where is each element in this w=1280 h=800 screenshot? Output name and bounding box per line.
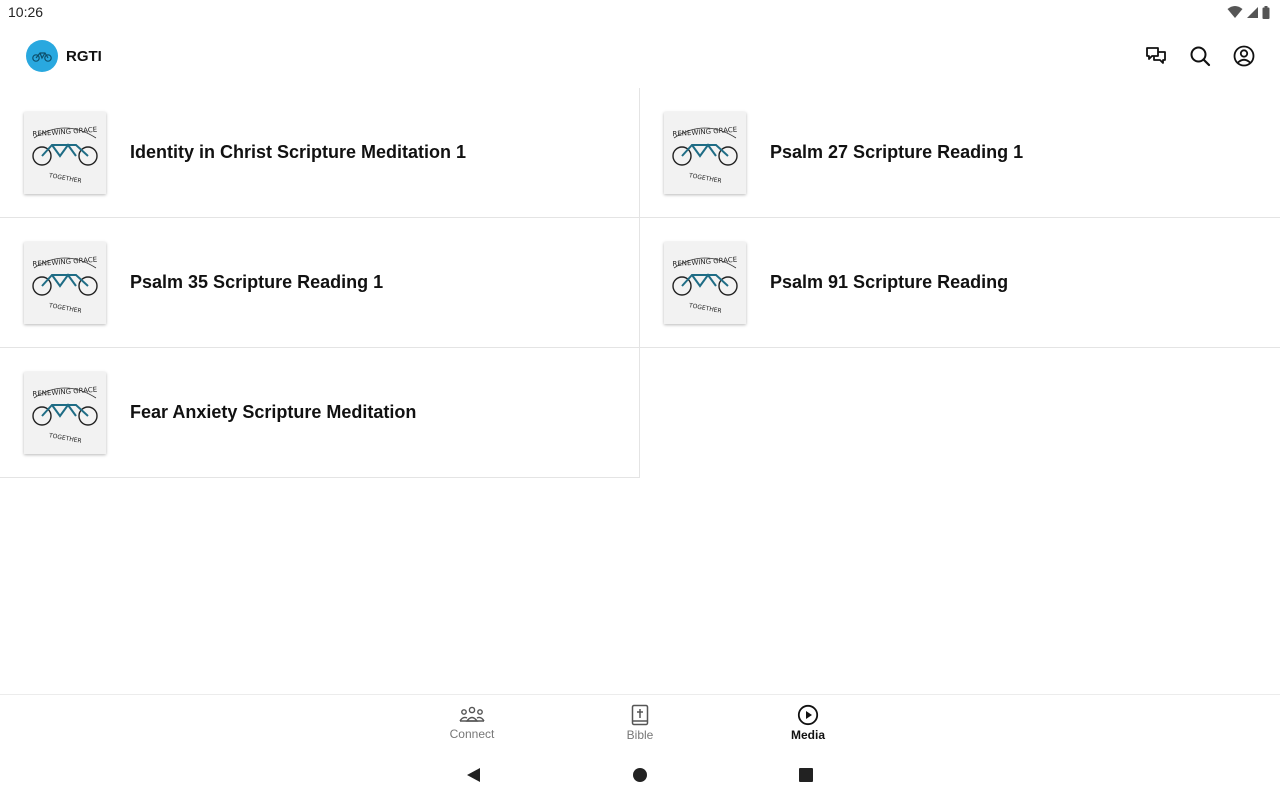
tab-label: Connect <box>449 727 495 741</box>
signal-icon <box>1247 6 1258 18</box>
brand[interactable]: RGTI <box>26 40 102 72</box>
renewing-grace-logo: RENEWING GRACE TOGETHER <box>32 255 98 315</box>
bottom-nav: Connect Bible Media <box>0 694 1280 750</box>
recents-button[interactable] <box>796 765 816 785</box>
app-bar-actions <box>1142 42 1258 70</box>
svg-text:RENEWING GRACE: RENEWING GRACE <box>32 385 97 398</box>
search-button[interactable] <box>1186 42 1214 70</box>
svg-text:TOGETHER: TOGETHER <box>47 172 82 185</box>
renewing-grace-logo: RENEWING GRACE TOGETHER <box>672 255 738 315</box>
chat-icon <box>1146 47 1166 64</box>
search-icon <box>1190 46 1211 67</box>
media-item[interactable]: RENEWING GRACE TOGETHER Fear Anxiety Scr… <box>0 348 640 478</box>
recents-square-icon <box>799 768 813 782</box>
svg-text:RENEWING GRACE: RENEWING GRACE <box>672 255 737 268</box>
tab-label: Media <box>790 728 825 742</box>
system-nav-bar <box>0 750 1280 800</box>
status-bar: 10:26 <box>0 0 1280 24</box>
app-bar: RGTI <box>0 24 1280 88</box>
svg-text:TOGETHER: TOGETHER <box>687 302 722 315</box>
media-item-title: Identity in Christ Scripture Meditation … <box>130 142 467 162</box>
media-thumbnail: RENEWING GRACE TOGETHER <box>24 371 106 454</box>
people-icon <box>459 706 485 722</box>
media-thumbnail: RENEWING GRACE TOGETHER <box>24 111 106 194</box>
media-item-title: Psalm 35 Scripture Reading 1 <box>130 272 384 292</box>
svg-text:RENEWING GRACE: RENEWING GRACE <box>32 125 97 138</box>
media-item[interactable]: RENEWING GRACE TOGETHER Identity in Chri… <box>0 88 640 218</box>
bicycle-icon <box>32 52 52 62</box>
media-item-title: Fear Anxiety Scripture Meditation <box>130 402 417 422</box>
svg-text:TOGETHER: TOGETHER <box>47 302 82 315</box>
media-item-title: Psalm 91 Scripture Reading <box>770 272 1009 292</box>
play-circle-icon <box>797 704 819 726</box>
status-time: 10:26 <box>8 4 44 20</box>
tab-label: Bible <box>626 728 654 742</box>
back-button[interactable] <box>464 765 484 785</box>
chat-button[interactable] <box>1142 42 1170 70</box>
battery-icon <box>1262 5 1270 19</box>
renewing-grace-logo: RENEWING GRACE TOGETHER <box>32 385 98 445</box>
media-item[interactable]: RENEWING GRACE TOGETHER Psalm 27 Scriptu… <box>640 88 1280 218</box>
account-icon <box>1233 45 1255 67</box>
account-button[interactable] <box>1230 42 1258 70</box>
brand-logo <box>26 40 58 72</box>
media-item-title: Psalm 27 Scripture Reading 1 <box>770 142 1024 162</box>
media-item[interactable]: RENEWING GRACE TOGETHER Psalm 91 Scriptu… <box>640 218 1280 348</box>
home-button[interactable] <box>630 765 650 785</box>
svg-text:RENEWING GRACE: RENEWING GRACE <box>32 255 97 268</box>
svg-text:TOGETHER: TOGETHER <box>687 172 722 185</box>
media-thumbnail: RENEWING GRACE TOGETHER <box>664 241 746 324</box>
svg-text:TOGETHER: TOGETHER <box>47 432 82 445</box>
status-icons <box>1227 5 1270 19</box>
media-grid: RENEWING GRACE TOGETHER Identity in Chri… <box>0 88 1280 478</box>
media-thumbnail: RENEWING GRACE TOGETHER <box>24 241 106 324</box>
brand-name: RGTI <box>66 47 102 65</box>
media-item[interactable]: RENEWING GRACE TOGETHER Psalm 35 Scriptu… <box>0 218 640 348</box>
svg-text:RENEWING GRACE: RENEWING GRACE <box>672 125 737 138</box>
renewing-grace-logo: RENEWING GRACE TOGETHER <box>32 125 98 185</box>
tab-connect[interactable]: Connect <box>388 695 556 751</box>
bible-icon <box>631 704 649 726</box>
home-circle-icon <box>633 768 647 782</box>
renewing-grace-logo: RENEWING GRACE TOGETHER <box>672 125 738 185</box>
wifi-icon <box>1227 6 1243 18</box>
tab-bible[interactable]: Bible <box>556 695 724 751</box>
media-thumbnail: RENEWING GRACE TOGETHER <box>664 111 746 194</box>
tab-media[interactable]: Media <box>724 695 892 751</box>
back-triangle-icon <box>467 768 480 782</box>
